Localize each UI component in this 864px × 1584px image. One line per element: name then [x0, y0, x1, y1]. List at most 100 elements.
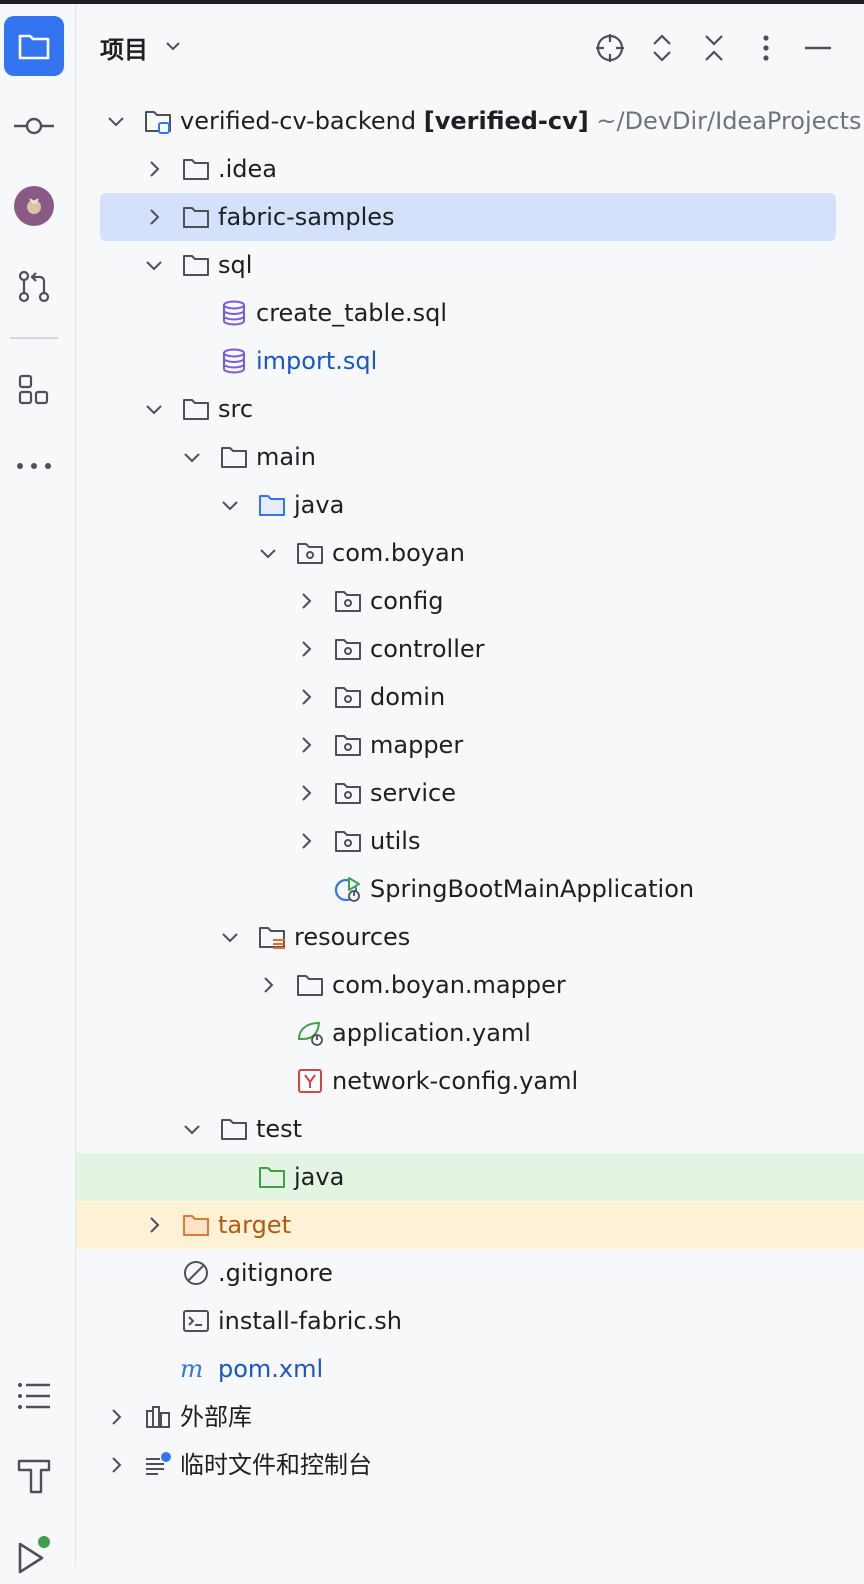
tree-row-java[interactable]: java — [76, 481, 864, 529]
chevron-down-icon[interactable] — [220, 927, 240, 947]
tree-label: .idea — [218, 155, 278, 183]
tree-row-root[interactable]: verified-cv-backend [verified-cv] ~/DevD… — [76, 97, 864, 145]
chevron-down-icon[interactable] — [220, 495, 240, 515]
tree-row-com-boyan-mapper[interactable]: com.boyan.mapper — [76, 961, 864, 1009]
database-file-icon — [223, 348, 245, 374]
chevron-right-icon[interactable] — [296, 831, 316, 851]
expand-all-button[interactable] — [642, 28, 682, 68]
chevron-right-icon[interactable] — [296, 783, 316, 803]
collapse-all-icon — [705, 35, 723, 61]
tree-label: test — [256, 1115, 303, 1143]
tree-row-gitignore[interactable]: .gitignore — [76, 1249, 864, 1297]
more-tools-button[interactable] — [4, 436, 64, 496]
tree-row-domin[interactable]: domin — [76, 673, 864, 721]
database-file-icon — [223, 300, 245, 326]
project-path: ~/DevDir/IdeaProjects — [596, 107, 862, 135]
tree-row-idea[interactable]: .idea — [76, 145, 864, 193]
tree-label: application.yaml — [332, 1019, 531, 1047]
todo-tool-button[interactable] — [4, 1366, 64, 1426]
panel-title[interactable]: 项目 — [100, 30, 148, 65]
build-tool-button[interactable] — [4, 1446, 64, 1506]
chevron-right-icon[interactable] — [296, 639, 316, 659]
tree-row-application-yaml[interactable]: application.yaml — [76, 1009, 864, 1057]
chevron-right-icon[interactable] — [144, 207, 164, 227]
tree-label: src — [218, 395, 254, 423]
project-tool-button[interactable] — [4, 16, 64, 76]
tree-row-test[interactable]: test — [76, 1105, 864, 1153]
project-name: verified-cv-backend — [180, 107, 417, 135]
chevron-down-icon[interactable] — [164, 37, 182, 55]
locate-icon — [596, 34, 624, 62]
chevron-right-icon[interactable] — [296, 591, 316, 611]
more-options-button[interactable] — [746, 28, 786, 68]
tree-row-springboot-main[interactable]: SpringBootMainApplication — [76, 865, 864, 913]
shell-script-icon — [183, 1310, 209, 1332]
chevron-right-icon[interactable] — [296, 687, 316, 707]
tree-row-create-table-sql[interactable]: create_table.sql — [76, 289, 864, 337]
structure-tool-button[interactable] — [4, 360, 64, 420]
tree-row-utils[interactable]: utils — [76, 817, 864, 865]
hide-panel-button[interactable] — [798, 28, 838, 68]
excluded-folder-icon — [183, 1215, 209, 1236]
tree-label: java — [294, 1163, 345, 1191]
tree-row-network-config-yaml[interactable]: network-config.yaml — [76, 1057, 864, 1105]
spring-boot-class-icon — [334, 877, 360, 902]
tree-row-controller[interactable]: controller — [76, 625, 864, 673]
tree-label: com.boyan — [332, 539, 465, 567]
yaml-file-icon — [298, 1069, 322, 1093]
tree-label: controller — [370, 635, 485, 663]
chevron-right-icon[interactable] — [144, 159, 164, 179]
svg-text:m: m — [180, 1355, 203, 1383]
chevron-down-icon[interactable] — [258, 543, 278, 563]
tree-label: java — [294, 491, 345, 519]
tree-row-config[interactable]: config — [76, 577, 864, 625]
tree-label: network-config.yaml — [332, 1067, 579, 1095]
more-options-icon — [763, 35, 769, 61]
tree-row-sql[interactable]: sql — [76, 241, 864, 289]
run-tool-button[interactable] — [4, 1524, 64, 1584]
package-icon — [335, 591, 361, 612]
tree-row-install-fabric[interactable]: install-fabric.sh — [76, 1297, 864, 1345]
chevron-down-icon[interactable] — [182, 447, 202, 467]
locate-button[interactable] — [590, 28, 630, 68]
commit-tool-button[interactable] — [4, 96, 64, 156]
chevron-right-icon[interactable] — [296, 735, 316, 755]
tree-row-external-libraries[interactable]: 外部库 — [76, 1393, 864, 1441]
chevron-down-icon[interactable] — [144, 399, 164, 419]
tree-row-resources[interactable]: resources — [76, 913, 864, 961]
tree-row-test-java[interactable]: java — [76, 1153, 864, 1201]
tree-row-pom-xml[interactable]: m pom.xml — [76, 1345, 864, 1393]
folder-icon — [221, 447, 247, 468]
tree-row-service[interactable]: service — [76, 769, 864, 817]
tree-row-main[interactable]: main — [76, 433, 864, 481]
chevron-right-icon[interactable] — [106, 1407, 126, 1427]
chevron-down-icon[interactable] — [144, 255, 164, 275]
module-folder-icon — [145, 111, 171, 134]
chevron-right-icon[interactable] — [258, 975, 278, 995]
pull-requests-icon — [18, 270, 50, 303]
pull-requests-tool-button[interactable] — [4, 256, 64, 316]
source-folder-icon — [259, 495, 285, 516]
folder-icon — [183, 255, 209, 276]
tree-label: config — [370, 587, 444, 615]
tree-row-scratches[interactable]: 临时文件和控制台 — [76, 1441, 864, 1489]
spring-config-icon — [297, 1021, 323, 1046]
library-icon — [146, 1406, 170, 1428]
chevron-down-icon[interactable] — [106, 111, 126, 131]
chevron-right-icon[interactable] — [106, 1455, 126, 1475]
tree-row-fabric-samples[interactable]: fabric-samples — [100, 193, 836, 241]
commit-icon — [14, 117, 54, 135]
structure-icon — [18, 374, 49, 405]
tree-label: .gitignore — [218, 1259, 333, 1287]
tree-label: main — [256, 443, 316, 471]
chevron-down-icon[interactable] — [182, 1119, 202, 1139]
tree-row-import-sql[interactable]: import.sql — [76, 337, 864, 385]
tree-row-target[interactable]: target — [76, 1201, 864, 1249]
collapse-all-button[interactable] — [694, 28, 734, 68]
tree-row-src[interactable]: src — [76, 385, 864, 433]
strip-divider — [10, 337, 58, 339]
chevron-right-icon[interactable] — [144, 1215, 164, 1235]
user-avatar[interactable] — [4, 176, 64, 236]
tree-row-mapper[interactable]: mapper — [76, 721, 864, 769]
tree-row-com-boyan[interactable]: com.boyan — [76, 529, 864, 577]
